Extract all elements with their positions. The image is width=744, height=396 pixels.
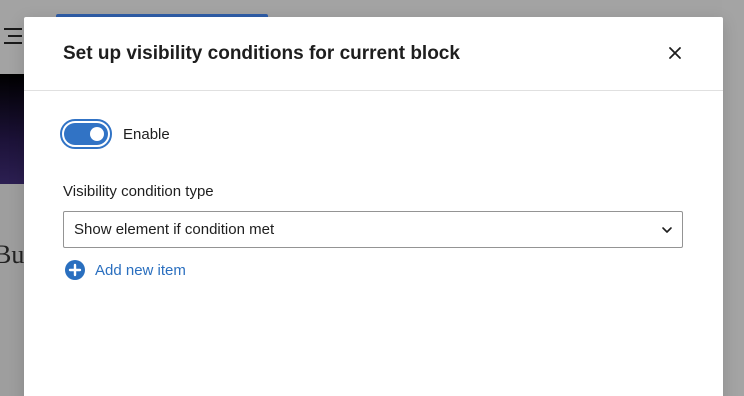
chevron-down-icon (662, 227, 672, 233)
enable-toggle[interactable] (60, 119, 112, 149)
editor-right-panel (722, 0, 744, 396)
add-new-item-label: Add new item (95, 261, 186, 279)
plus-circle-icon (65, 260, 85, 280)
block-image (0, 74, 24, 184)
add-new-item-button[interactable]: Add new item (65, 260, 186, 280)
toggle-knob (90, 127, 104, 141)
dialog-header: Set up visibility conditions for current… (24, 17, 723, 91)
toggle-track (64, 123, 108, 145)
enable-label: Enable (123, 125, 170, 143)
condition-type-value: Show element if condition met (74, 221, 275, 238)
enable-toggle-row: Enable (60, 119, 170, 149)
visibility-conditions-dialog: Set up visibility conditions for current… (24, 17, 723, 396)
condition-type-label: Visibility condition type (63, 183, 214, 200)
close-icon (669, 47, 681, 59)
menu-icon (0, 28, 22, 44)
dialog-title: Set up visibility conditions for current… (63, 43, 460, 64)
condition-type-select[interactable]: Show element if condition met (63, 211, 683, 248)
close-button[interactable] (663, 41, 687, 65)
